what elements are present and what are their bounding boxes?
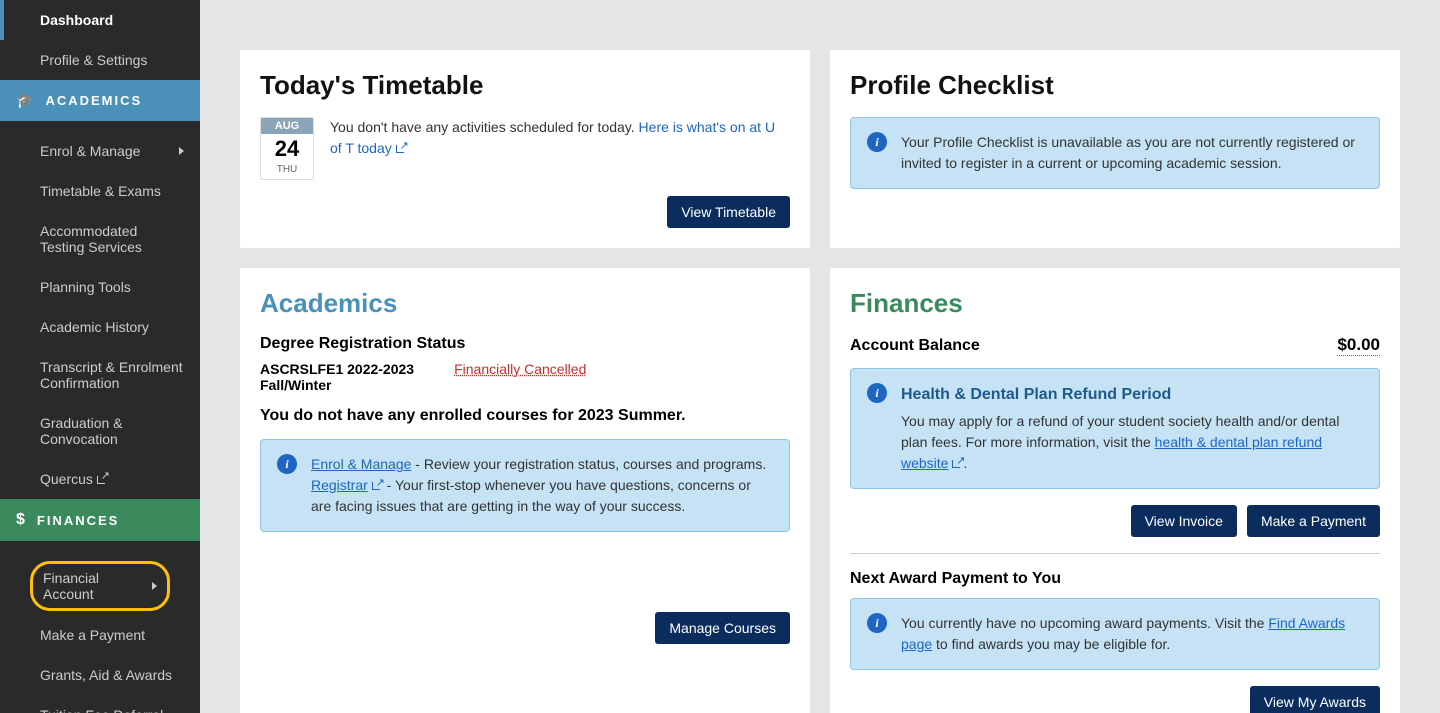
reg-code: ASCRSLFE1 2022-2023 bbox=[260, 361, 414, 377]
chevron-right-icon bbox=[179, 147, 184, 155]
sidebar-item-label: Tuition Fee Deferral bbox=[40, 707, 163, 713]
sidebar-item-label: Dashboard bbox=[40, 12, 113, 28]
external-icon bbox=[396, 142, 407, 153]
award-header: Next Award Payment to You bbox=[850, 570, 1380, 588]
sidebar-item[interactable]: Academic History bbox=[0, 307, 200, 347]
sidebar-item[interactable]: Transcript & Enrolment Confirmation bbox=[0, 347, 200, 403]
info-text: You currently have no upcoming award pay… bbox=[901, 613, 1363, 655]
sidebar-item-label: Make a Payment bbox=[40, 627, 145, 643]
info-icon: i bbox=[867, 383, 887, 403]
academics-card: Academics Degree Registration Status ASC… bbox=[240, 268, 810, 713]
info-title: Health & Dental Plan Refund Period bbox=[901, 383, 1363, 407]
card-title: Finances bbox=[850, 288, 1380, 319]
manage-courses-button[interactable]: Manage Courses bbox=[655, 612, 790, 644]
timetable-card: Today's Timetable AUG 24 THU You don't h… bbox=[240, 50, 810, 248]
health-info-box: i Health & Dental Plan Refund Period You… bbox=[850, 368, 1380, 489]
academics-info-box: i Enrol & Manage - Review your registrat… bbox=[260, 439, 790, 532]
view-timetable-button[interactable]: View Timetable bbox=[667, 196, 790, 228]
dollar-icon bbox=[16, 511, 27, 529]
sidebar-item[interactable]: Graduation & Convocation bbox=[0, 403, 200, 459]
sidebar: Dashboard Profile & Settings ACADEMICS En… bbox=[0, 0, 200, 713]
reg-status[interactable]: Financially Cancelled bbox=[454, 361, 586, 393]
sidebar-item[interactable]: Profile & Settings bbox=[0, 40, 200, 80]
sidebar-item-label: Planning Tools bbox=[40, 279, 131, 295]
view-awards-button[interactable]: View My Awards bbox=[1250, 686, 1380, 713]
card-title: Academics bbox=[260, 288, 790, 319]
divider bbox=[850, 553, 1380, 554]
sidebar-item-label: Academic History bbox=[40, 319, 149, 335]
no-courses-text: You do not have any enrolled courses for… bbox=[260, 407, 790, 425]
balance-amount: $0.00 bbox=[1337, 335, 1380, 356]
profile-checklist-card: Profile Checklist i Your Profile Checkli… bbox=[830, 50, 1400, 248]
sidebar-section-label: FINANCES bbox=[37, 513, 119, 528]
sidebar-item[interactable]: Tuition Fee Deferral bbox=[0, 695, 200, 713]
main-content: Today's Timetable AUG 24 THU You don't h… bbox=[200, 0, 1440, 713]
degree-reg-header: Degree Registration Status bbox=[260, 335, 790, 353]
sidebar-item-label: Timetable & Exams bbox=[40, 183, 161, 199]
sidebar-item[interactable]: Accommodated Testing Services bbox=[0, 211, 200, 267]
date-badge: AUG 24 THU bbox=[260, 117, 314, 180]
info-icon: i bbox=[867, 613, 887, 633]
date-day: 24 bbox=[261, 134, 313, 164]
external-icon bbox=[97, 473, 108, 484]
view-invoice-button[interactable]: View Invoice bbox=[1131, 505, 1237, 537]
sidebar-section-academics[interactable]: ACADEMICS bbox=[0, 80, 200, 121]
sidebar-item-label: Quercus bbox=[40, 471, 108, 487]
sidebar-item[interactable]: Grants, Aid & Awards bbox=[0, 655, 200, 695]
sidebar-item[interactable]: Quercus bbox=[0, 459, 200, 499]
chevron-right-icon bbox=[152, 582, 157, 590]
reg-term: Fall/Winter bbox=[260, 377, 414, 393]
info-text: Your Profile Checklist is unavailable as… bbox=[901, 132, 1363, 174]
registrar-link[interactable]: Registrar bbox=[311, 477, 383, 493]
award-info-box: i You currently have no upcoming award p… bbox=[850, 598, 1380, 670]
external-icon bbox=[952, 457, 963, 468]
sidebar-item[interactable]: Timetable & Exams bbox=[0, 171, 200, 211]
sidebar-item-label: Financial Account bbox=[43, 570, 152, 602]
sidebar-item-label: Graduation & Convocation bbox=[40, 415, 184, 447]
balance-label: Account Balance bbox=[850, 337, 980, 355]
date-dow: THU bbox=[261, 164, 313, 179]
date-month: AUG bbox=[261, 118, 313, 134]
card-title: Profile Checklist bbox=[850, 70, 1380, 101]
profile-info-box: i Your Profile Checklist is unavailable … bbox=[850, 117, 1380, 189]
card-title: Today's Timetable bbox=[260, 70, 790, 101]
academics-icon bbox=[16, 92, 35, 109]
sidebar-section-finances[interactable]: FINANCES bbox=[0, 499, 200, 541]
sidebar-item[interactable]: Enrol & Manage bbox=[0, 131, 200, 171]
info-text: Health & Dental Plan Refund Period You m… bbox=[901, 383, 1363, 474]
sidebar-item-label: Grants, Aid & Awards bbox=[40, 667, 172, 683]
sidebar-item-label: Profile & Settings bbox=[40, 52, 147, 68]
sidebar-section-label: ACADEMICS bbox=[45, 93, 142, 108]
sidebar-item[interactable]: Make a Payment bbox=[0, 615, 200, 655]
make-payment-button[interactable]: Make a Payment bbox=[1247, 505, 1380, 537]
sidebar-item-label: Accommodated Testing Services bbox=[40, 223, 184, 255]
sidebar-item-label: Transcript & Enrolment Confirmation bbox=[40, 359, 184, 391]
info-icon: i bbox=[277, 454, 297, 474]
info-text: Enrol & Manage - Review your registratio… bbox=[311, 454, 773, 517]
info-icon: i bbox=[867, 132, 887, 152]
sidebar-item[interactable]: Financial Account bbox=[30, 561, 170, 611]
enrol-manage-link[interactable]: Enrol & Manage bbox=[311, 456, 411, 472]
external-icon bbox=[372, 479, 383, 490]
finances-card: Finances Account Balance $0.00 i Health … bbox=[830, 268, 1400, 713]
sidebar-item[interactable]: Dashboard bbox=[0, 0, 200, 40]
timetable-text: You don't have any activities scheduled … bbox=[330, 117, 790, 159]
sidebar-item-label: Enrol & Manage bbox=[40, 143, 140, 159]
sidebar-item[interactable]: Planning Tools bbox=[0, 267, 200, 307]
